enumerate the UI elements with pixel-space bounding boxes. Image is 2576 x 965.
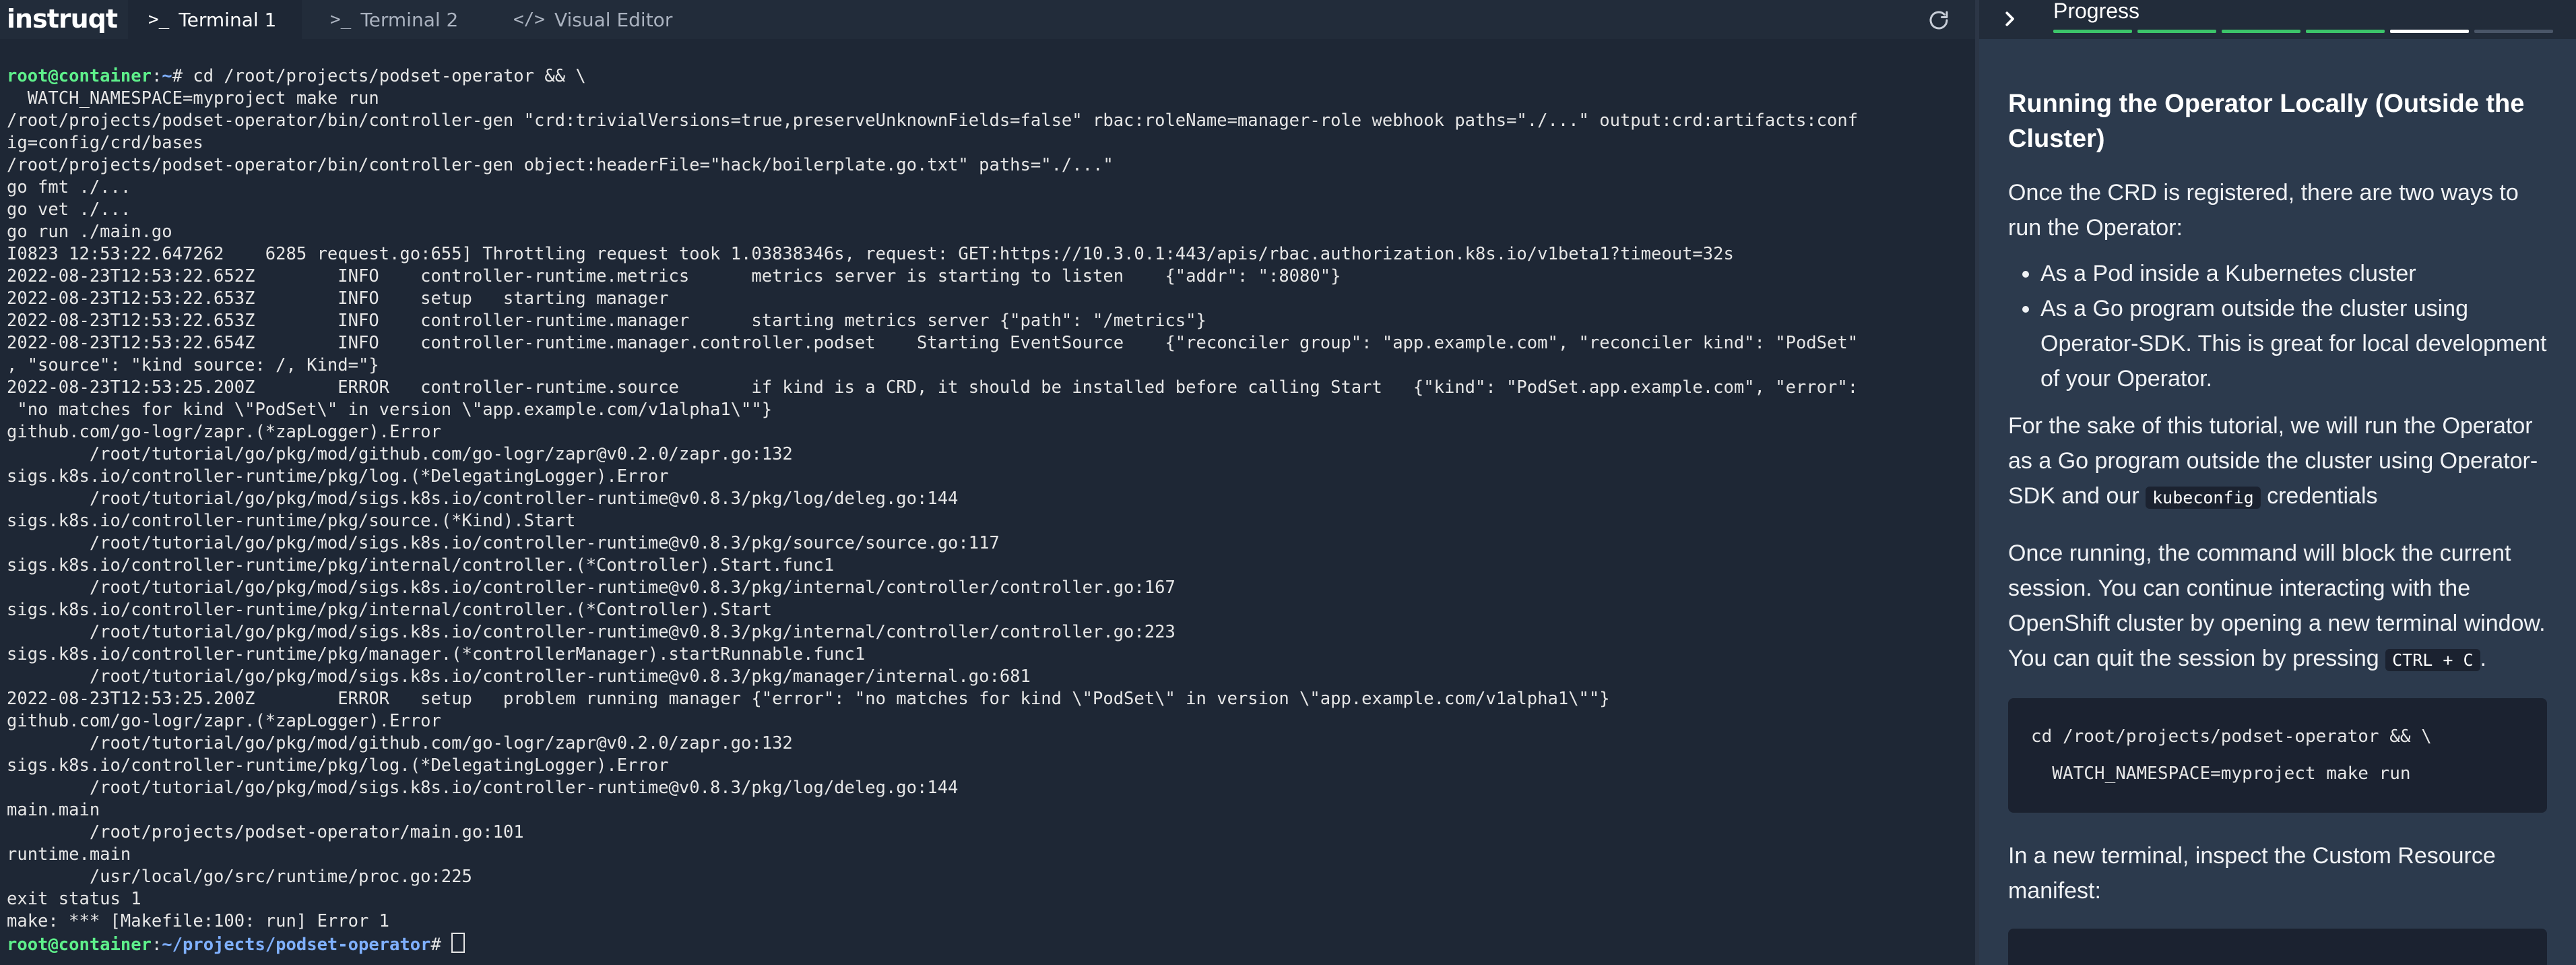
terminal-line: 2022-08-23T12:53:22.654Z INFO controller… <box>7 333 1859 353</box>
intro-paragraph: Once the CRD is registered, there are tw… <box>2008 180 2519 241</box>
top-bar: instruqt >_ Terminal 1 >_ Terminal 2 </>… <box>0 0 1975 40</box>
terminal-line: , "source": "kind source: /, Kind="} <box>7 355 379 375</box>
terminal-line: /root/projects/podset-operator/main.go:1… <box>7 822 524 842</box>
bullet-list: As a Pod inside a Kubernetes cluster As … <box>2008 256 2547 396</box>
terminal-prompt-line: root@container:~# cd /root/projects/pods… <box>7 66 586 86</box>
tab-label: Visual Editor <box>554 8 673 31</box>
terminal-line: /root/tutorial/go/pkg/mod/sigs.k8s.io/co… <box>7 533 1000 553</box>
terminal-output: root@container:~# cd /root/projects/pods… <box>7 65 1858 955</box>
terminal-line: /usr/local/go/src/runtime/proc.go:225 <box>7 867 472 887</box>
terminal-line: exit status 1 <box>7 889 141 909</box>
terminal-icon: >_ <box>330 9 352 30</box>
command-code-block[interactable]: cd /root/projects/podset-operator && \ W… <box>2008 698 2547 813</box>
terminal-line: main.main <box>7 800 100 820</box>
terminal-cursor <box>451 933 465 953</box>
terminal-pane[interactable]: root@container:~# cd /root/projects/pods… <box>0 39 1975 965</box>
progress-segment <box>2222 30 2300 33</box>
terminal-line: sigs.k8s.io/controller-runtime/pkg/log.(… <box>7 466 669 487</box>
terminal-line: /root/tutorial/go/pkg/mod/github.com/go-… <box>7 733 793 753</box>
instruqt-logo: instruqt <box>7 4 118 34</box>
tab-label: Terminal 2 <box>360 8 459 31</box>
chevron-right-icon[interactable] <box>1999 9 2020 29</box>
terminal-current-prompt: root@container:~/projects/podset-operato… <box>7 933 1858 955</box>
terminal-line: "no matches for kind \"PodSet\" in versi… <box>7 400 773 420</box>
tab-visual-editor[interactable]: </> Visual Editor <box>513 0 672 39</box>
progress-segment <box>2137 30 2216 33</box>
terminal-line: github.com/go-logr/zapr.(*zapLogger).Err… <box>7 711 441 731</box>
keyboard-shortcut: CTRL + C <box>2385 649 2480 671</box>
terminal-line: /root/projects/podset-operator/bin/contr… <box>7 111 1859 131</box>
terminal-line: 2022-08-23T12:53:25.200Z ERROR controlle… <box>7 377 1859 398</box>
terminal-line: go run ./main.go <box>7 222 172 242</box>
assignment-content: Running the Operator Locally (Outside th… <box>2008 86 2547 965</box>
progress-segment <box>2390 30 2469 33</box>
code-icon: </> <box>513 9 545 30</box>
terminal-line: /root/tutorial/go/pkg/mod/sigs.k8s.io/co… <box>7 578 1176 598</box>
session-paragraph: Once running, the command will block the… <box>2008 540 2546 671</box>
terminal-icon: >_ <box>148 9 170 30</box>
list-item: As a Pod inside a Kubernetes cluster <box>2040 256 2547 291</box>
terminal-line: 2022-08-23T12:53:22.652Z INFO controller… <box>7 266 1341 286</box>
tab-terminal-1[interactable]: >_ Terminal 1 <box>128 0 302 39</box>
terminal-line: /root/tutorial/go/pkg/mod/github.com/go-… <box>7 444 793 464</box>
terminal-line: sigs.k8s.io/controller-runtime/pkg/sourc… <box>7 511 576 531</box>
terminal-line: make: *** [Makefile:100: run] Error 1 <box>7 911 390 931</box>
progress-segment <box>2474 30 2553 33</box>
terminal-line: WATCH_NAMESPACE=myproject make run <box>7 88 379 108</box>
progress-segment <box>2306 30 2385 33</box>
list-item: As a Go program outside the cluster usin… <box>2040 291 2547 396</box>
terminal-line: I0823 12:53:22.647262 6285 request.go:65… <box>7 244 1734 264</box>
terminal-line: 2022-08-23T12:53:25.200Z ERROR setup pro… <box>7 689 1610 709</box>
tab-label: Terminal 1 <box>179 8 277 31</box>
terminal-line: sigs.k8s.io/controller-runtime/pkg/manag… <box>7 644 866 664</box>
terminal-line: 2022-08-23T12:53:22.653Z INFO controller… <box>7 311 1206 331</box>
terminal-line: /root/tutorial/go/pkg/mod/sigs.k8s.io/co… <box>7 622 1176 642</box>
tab-terminal-2[interactable]: >_ Terminal 2 <box>330 0 458 39</box>
terminal-line: /root/tutorial/go/pkg/mod/sigs.k8s.io/co… <box>7 666 1031 687</box>
terminal-line: sigs.k8s.io/controller-runtime/pkg/inter… <box>7 600 773 620</box>
sidebar-header: Progress <box>1979 0 2576 39</box>
terminal-line: sigs.k8s.io/controller-runtime/pkg/inter… <box>7 555 835 575</box>
terminal-line: /root/tutorial/go/pkg/mod/sigs.k8s.io/co… <box>7 778 959 798</box>
terminal-line: go fmt ./... <box>7 177 131 197</box>
terminal-line: go vet ./... <box>7 199 131 220</box>
assignment-sidebar: Running the Operator Locally (Outside th… <box>1979 39 2576 965</box>
terminal-line: 2022-08-23T12:53:22.653Z INFO setup star… <box>7 288 669 309</box>
terminal-line: github.com/go-logr/zapr.(*zapLogger).Err… <box>7 422 441 442</box>
terminal-line: sigs.k8s.io/controller-runtime/pkg/log.(… <box>7 755 669 776</box>
assignment-title: Running the Operator Locally (Outside th… <box>2008 90 2525 153</box>
progress-label: Progress <box>2053 0 2140 23</box>
inspect-paragraph: In a new terminal, inspect the Custom Re… <box>2008 843 2496 904</box>
next-code-block[interactable] <box>2008 929 2547 965</box>
refresh-icon[interactable] <box>1927 8 1951 32</box>
terminal-line: ig=config/crd/bases <box>7 133 203 153</box>
terminal-line: /root/tutorial/go/pkg/mod/sigs.k8s.io/co… <box>7 489 959 509</box>
inline-code: kubeconfig <box>2146 487 2261 509</box>
terminal-line: runtime.main <box>7 844 131 865</box>
terminal-line: /root/projects/podset-operator/bin/contr… <box>7 155 1114 175</box>
tutorial-paragraph: For the sake of this tutorial, we will r… <box>2008 413 2538 509</box>
progress-segment <box>2053 30 2132 33</box>
